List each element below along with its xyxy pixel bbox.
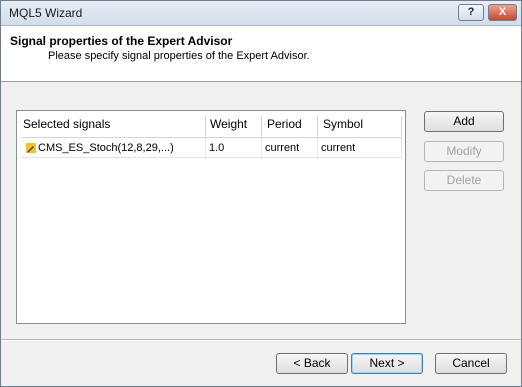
column-divider[interactable] bbox=[317, 116, 318, 136]
row-divider bbox=[401, 138, 402, 157]
column-header-selected-signals[interactable]: Selected signals bbox=[23, 117, 110, 131]
cell-symbol: current bbox=[321, 142, 356, 154]
footer-separator bbox=[1, 339, 521, 341]
row-divider bbox=[317, 138, 318, 157]
signals-table[interactable]: Selected signals Weight Period Symbol CM… bbox=[16, 110, 406, 324]
page-subtitle: Please specify signal properties of the … bbox=[48, 50, 310, 62]
column-header-symbol[interactable]: Symbol bbox=[323, 117, 363, 131]
column-header-weight[interactable]: Weight bbox=[210, 117, 247, 131]
cancel-button[interactable]: Cancel bbox=[435, 353, 507, 374]
delete-button[interactable]: Delete bbox=[424, 170, 504, 191]
cell-period: current bbox=[265, 142, 300, 154]
window-title: MQL5 Wizard bbox=[9, 6, 83, 20]
help-button[interactable]: ? bbox=[458, 4, 484, 21]
page-title: Signal properties of the Expert Advisor bbox=[10, 34, 233, 48]
pencil-icon bbox=[26, 143, 36, 153]
column-divider[interactable] bbox=[401, 116, 402, 136]
modify-button[interactable]: Modify bbox=[424, 141, 504, 162]
table-row[interactable]: CMS_ES_Stoch(12,8,29,...) 1.0 current cu… bbox=[21, 138, 402, 157]
title-bar[interactable]: MQL5 Wizard ? X bbox=[1, 1, 521, 26]
row-divider bbox=[261, 138, 262, 157]
mql5-wizard-window: MQL5 Wizard ? X Signal properties of the… bbox=[0, 0, 522, 387]
column-divider[interactable] bbox=[205, 116, 206, 136]
back-button[interactable]: < Back bbox=[276, 353, 348, 374]
cell-signal: CMS_ES_Stoch(12,8,29,...) bbox=[38, 142, 174, 154]
row-bottom-divider bbox=[21, 157, 402, 158]
add-button[interactable]: Add bbox=[424, 111, 504, 132]
column-header-period[interactable]: Period bbox=[267, 117, 302, 131]
column-divider[interactable] bbox=[261, 116, 262, 136]
cell-weight: 1.0 bbox=[209, 142, 225, 154]
next-button[interactable]: Next > bbox=[351, 353, 423, 374]
wizard-header: Signal properties of the Expert Advisor … bbox=[1, 26, 521, 82]
row-divider bbox=[205, 138, 206, 157]
close-button[interactable]: X bbox=[488, 4, 517, 21]
